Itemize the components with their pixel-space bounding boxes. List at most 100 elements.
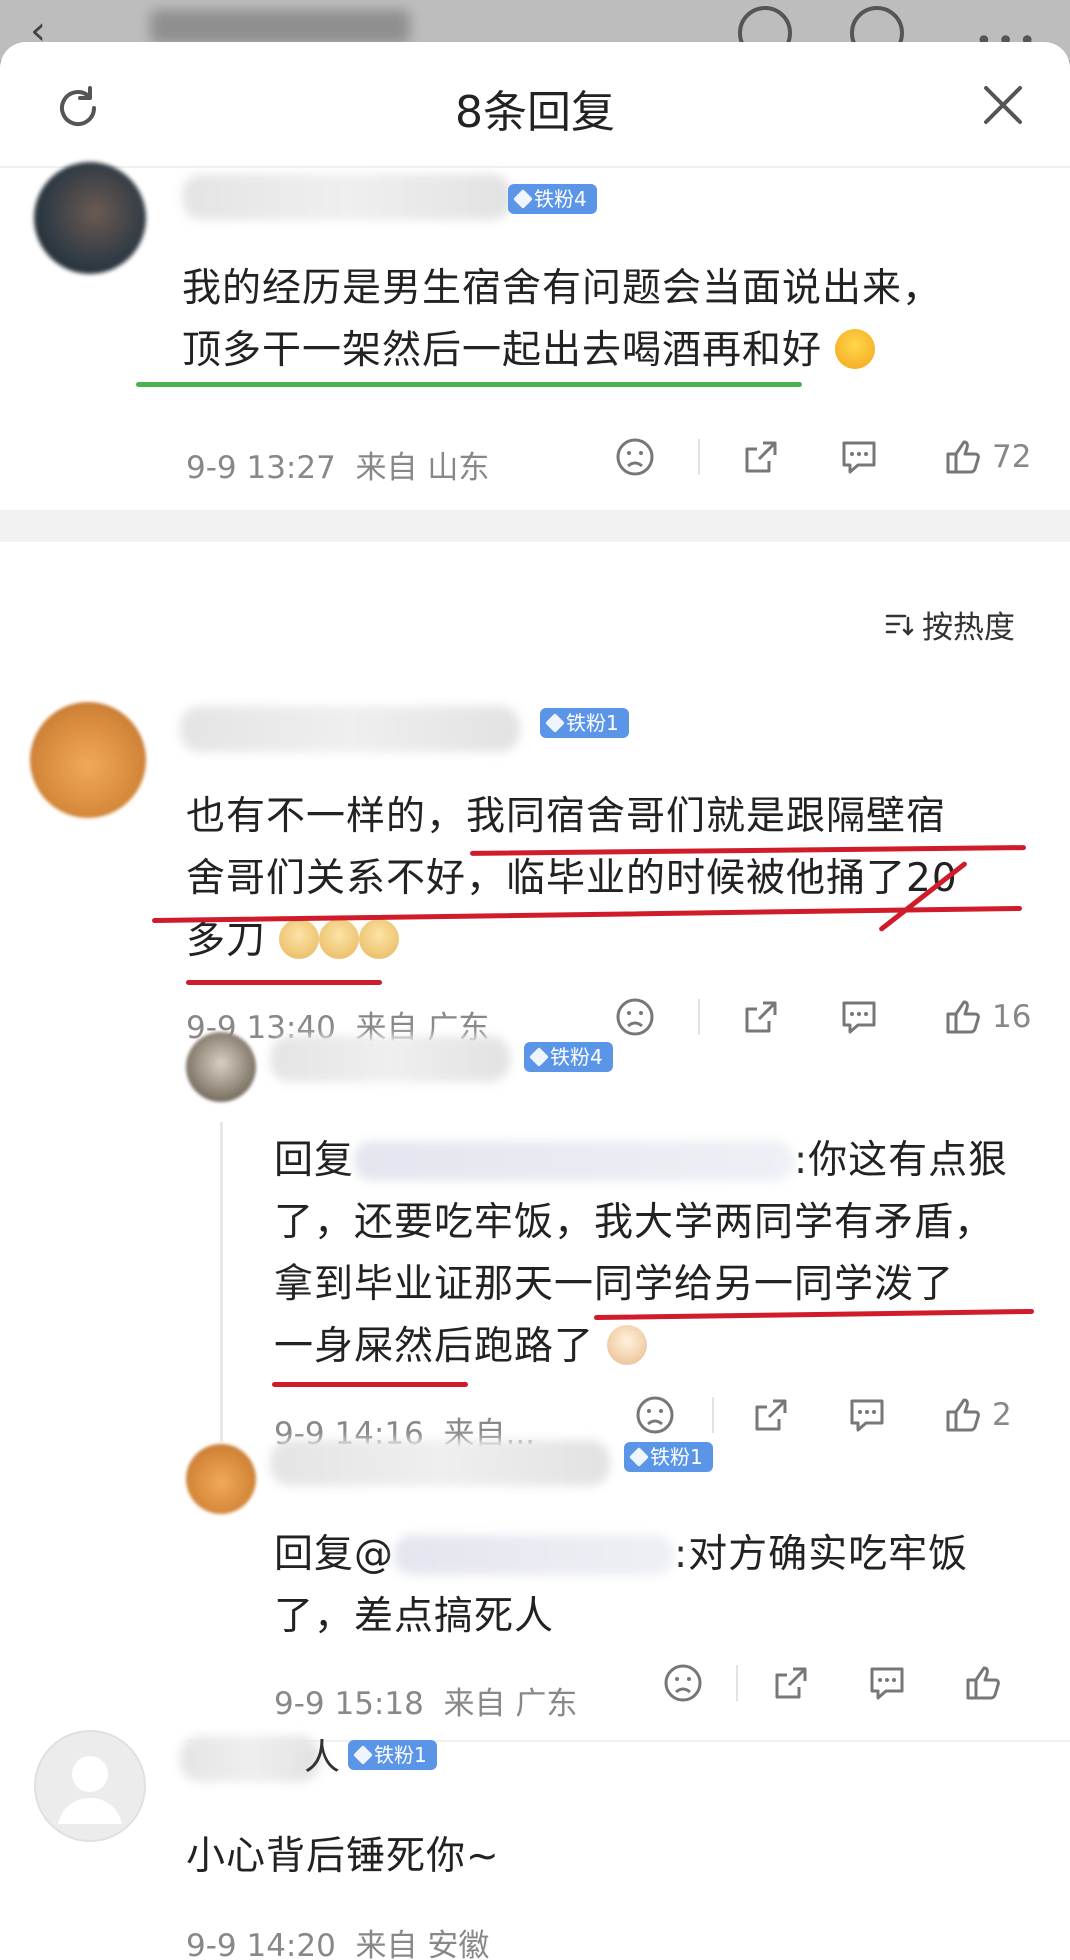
comment-text: 我的经历是男生宿舍有问题会当面说出来， 顶多干一架然后一起出去喝酒再和好	[182, 258, 1042, 382]
laughing-emoji-icon	[835, 329, 876, 369]
like-count: 72	[992, 439, 1032, 475]
blurred-title	[150, 10, 410, 44]
subreply-line-text: 拿到毕业证那天	[274, 1262, 555, 1307]
subreply-line-text: :你这有点狠	[794, 1138, 1009, 1183]
default-avatar-icon	[58, 1756, 122, 1824]
fan-badge: 铁粉1	[540, 708, 629, 738]
comment-meta: 9-9 13:27 来自 山东	[186, 442, 489, 487]
share-icon[interactable]	[738, 437, 784, 477]
fan-badge: 铁粉1	[624, 1442, 713, 1472]
sort-by-hot-button[interactable]: 按热度	[884, 602, 1015, 647]
dislike-face-icon[interactable]	[660, 1663, 706, 1703]
subreply-line-text: :对方确实吃牢饭	[674, 1532, 969, 1577]
share-icon[interactable]	[748, 1395, 794, 1435]
reply-actions: 16	[612, 996, 1031, 1038]
avatar[interactable]	[34, 1730, 146, 1842]
location: 来自 安徽	[355, 1928, 490, 1960]
username-blurred[interactable]	[180, 1736, 320, 1782]
avatar[interactable]	[186, 1444, 256, 1514]
thumbs-up-icon	[946, 1398, 980, 1432]
username-blurred[interactable]	[270, 1036, 510, 1082]
avatar[interactable]	[34, 162, 146, 274]
dislike-face-icon[interactable]	[612, 997, 658, 1037]
mention-blurred[interactable]	[354, 1141, 795, 1181]
comment-line: 顶多干一架然后一起出去喝酒再和好	[182, 320, 1042, 382]
red-underline-annotation	[272, 1382, 468, 1387]
reply-text: 也有不一样的，我同宿舍哥们就是跟隔壁宿 舍哥们关系不好，临毕业的时候被他捅了20…	[186, 786, 1046, 972]
sheet-header: 8条回复	[0, 42, 1070, 168]
thumbs-up-icon	[946, 1000, 980, 1034]
thumbs-up-icon	[966, 1666, 1000, 1700]
comment-actions: 72	[612, 436, 1031, 478]
location: 来自 山东	[355, 450, 490, 486]
divider	[698, 999, 700, 1035]
subreply-meta: 9-9 15:18 来自 广东	[274, 1678, 577, 1723]
reply-prefix: 回复@	[274, 1532, 395, 1577]
fan-badge: 铁粉1	[348, 1740, 437, 1770]
reply-sheet: 8条回复 铁粉4 我的经历是男生宿舍有问题会当面说出来， 顶多干一架然后一起出去…	[0, 42, 1070, 1960]
divider	[736, 1665, 738, 1701]
subreply-line: 回复@ :对方确实吃牢饭	[274, 1524, 1044, 1586]
sort-label: 按热度	[922, 610, 1015, 646]
like-button[interactable]: 16	[942, 996, 1031, 1038]
reply-line-text: 多刀	[186, 918, 267, 963]
subreply-actions	[660, 1662, 1004, 1704]
reply-line-text: 我同宿舍哥们就是跟隔壁宿	[466, 794, 947, 839]
share-icon[interactable]	[768, 1663, 814, 1703]
reply-meta: 9-9 14:20 来自 安徽	[186, 1920, 489, 1960]
subreply-line-text: 一同学给另一同学泼了	[554, 1262, 955, 1307]
red-underline-annotation	[186, 980, 382, 985]
subreply-line: 了，差点搞死人	[274, 1594, 555, 1639]
location: 来自 广东	[443, 1686, 578, 1722]
username-blurred[interactable]	[270, 1440, 610, 1486]
section-divider	[0, 510, 1070, 542]
comment-icon[interactable]	[844, 1395, 890, 1435]
reply-prefix: 回复	[274, 1138, 355, 1183]
timestamp: 9-9 13:27	[186, 450, 336, 486]
like-button[interactable]: 72	[942, 436, 1031, 478]
fan-badge: 铁粉4	[508, 184, 597, 214]
mention-blurred[interactable]	[394, 1535, 675, 1575]
subreply-actions: 2	[632, 1394, 1012, 1436]
doge-emoji-icon	[359, 919, 400, 959]
like-count: 16	[992, 999, 1032, 1035]
comment-line: 我的经历是男生宿舍有问题会当面说出来，	[182, 266, 943, 311]
dislike-face-icon[interactable]	[612, 437, 658, 477]
comment-line-text: 顶多干一架然后一起出去喝酒再和好	[182, 328, 823, 373]
thread-line	[220, 1122, 223, 1442]
fan-badge: 铁粉4	[524, 1042, 613, 1072]
subreply-text: 回复@ :对方确实吃牢饭 了，差点搞死人	[274, 1524, 1044, 1648]
username-blurred[interactable]	[182, 174, 512, 220]
reply-line-text: 也有不一样的，	[186, 794, 467, 839]
dislike-face-icon[interactable]	[632, 1395, 678, 1435]
doge-emoji-icon	[319, 919, 360, 959]
thumbs-up-icon	[946, 440, 980, 474]
subreply-line: 一身屎然后跑路了	[274, 1316, 1044, 1378]
comment-icon[interactable]	[864, 1663, 910, 1703]
username-blurred[interactable]	[180, 706, 520, 752]
like-button[interactable]: 2	[942, 1394, 1012, 1436]
avatar[interactable]	[186, 1032, 256, 1102]
sort-icon	[885, 614, 914, 636]
avatar[interactable]	[30, 702, 146, 818]
reply-count-title: 8条回复	[455, 87, 615, 138]
reply-line: 也有不一样的，我同宿舍哥们就是跟隔壁宿	[186, 786, 1046, 848]
subreply-line: 了，还要吃牢饭，我大学两同学有矛盾，	[274, 1200, 995, 1245]
reply-text: 小心背后锤死你~	[186, 1834, 500, 1879]
like-button[interactable]	[962, 1662, 1004, 1704]
green-underline-annotation	[136, 382, 802, 387]
subreply-text: 回复 :你这有点狠 了，还要吃牢饭，我大学两同学有矛盾， 拿到毕业证那天一同学给另…	[274, 1130, 1044, 1378]
subreply-line: 回复 :你这有点狠	[274, 1130, 1044, 1192]
divider	[698, 439, 700, 475]
share-icon[interactable]	[738, 997, 784, 1037]
divider	[712, 1397, 714, 1433]
comment-icon[interactable]	[836, 997, 882, 1037]
comment-icon[interactable]	[836, 437, 882, 477]
timestamp: 9-9 14:20	[186, 1928, 336, 1960]
cat-emoji-icon	[607, 1325, 648, 1365]
subreply-line: 拿到毕业证那天一同学给另一同学泼了	[274, 1254, 1044, 1316]
timestamp: 9-9 15:18	[274, 1686, 424, 1722]
close-icon[interactable]	[980, 82, 1026, 132]
username-tail[interactable]: 人	[304, 1728, 340, 1780]
doge-emoji-icon	[279, 919, 320, 959]
